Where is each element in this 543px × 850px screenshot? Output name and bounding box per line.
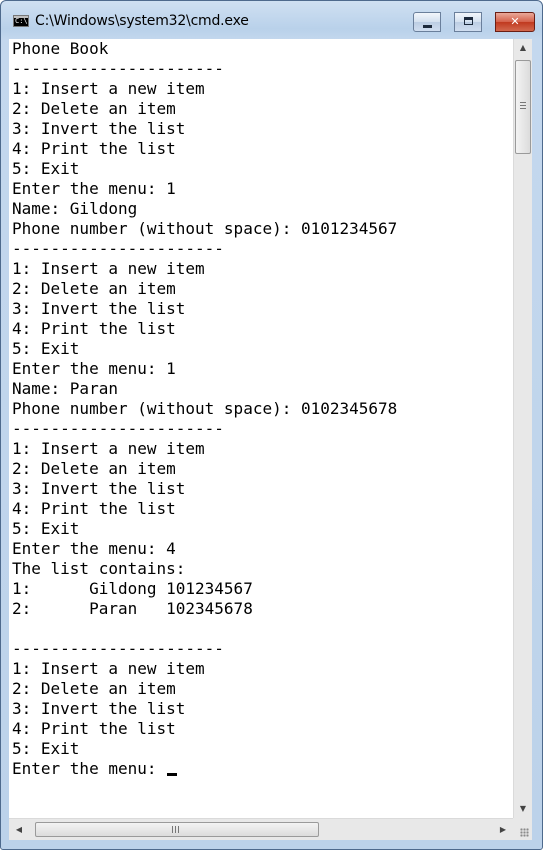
console-output-area[interactable]: Phone Book ---------------------- 1: Ins…: [9, 39, 513, 818]
console-window: C:\ C:\Windows\system32\cmd.exe ✕ Phone …: [0, 0, 543, 850]
vertical-scrollbar[interactable]: ▲ ▼: [513, 39, 532, 818]
horizontal-scrollbar[interactable]: ◀ ▶: [9, 818, 513, 840]
console-output-text: Phone Book ---------------------- 1: Ins…: [12, 39, 398, 778]
maximize-button[interactable]: [454, 12, 482, 32]
scroll-down-arrow-icon[interactable]: ▼: [514, 800, 532, 818]
scroll-right-arrow-icon[interactable]: ▶: [493, 819, 513, 840]
title-bar[interactable]: C:\ C:\Windows\system32\cmd.exe ✕: [1, 1, 542, 39]
grip-icon: [172, 826, 179, 833]
maximize-icon: [463, 17, 473, 25]
minimize-icon: [422, 25, 432, 28]
close-button[interactable]: ✕: [495, 12, 535, 32]
horizontal-scroll-thumb[interactable]: [35, 822, 319, 837]
window-title: C:\Windows\system32\cmd.exe: [35, 13, 249, 29]
grip-icon: [520, 102, 526, 109]
cmd-app-icon[interactable]: C:\: [13, 15, 29, 27]
scroll-left-arrow-icon[interactable]: ◀: [9, 819, 29, 840]
vertical-scroll-thumb[interactable]: [515, 60, 531, 154]
resize-grip-icon[interactable]: [513, 818, 532, 840]
close-icon: ✕: [510, 15, 520, 28]
minimize-button[interactable]: [413, 12, 441, 32]
text-cursor: [167, 773, 178, 776]
scroll-up-arrow-icon[interactable]: ▲: [514, 39, 532, 57]
